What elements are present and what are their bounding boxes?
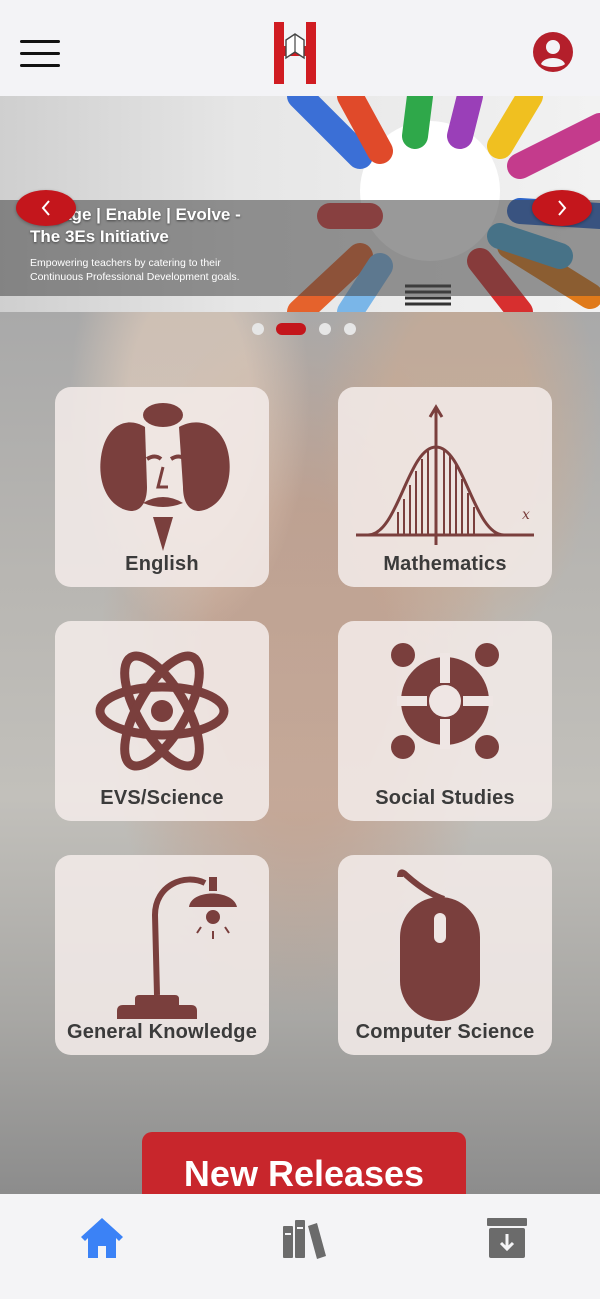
subject-label: Computer Science bbox=[355, 1021, 535, 1043]
chevron-left-icon bbox=[41, 200, 50, 216]
carousel-pagination bbox=[252, 322, 362, 336]
computer-mouse-icon bbox=[397, 869, 480, 1021]
subject-tile-evs-science[interactable]: EVS/Science bbox=[55, 621, 269, 821]
subjects-section: English x Mathematics EVS/Science Social… bbox=[0, 312, 600, 1194]
desk-lamp-icon bbox=[117, 876, 237, 1019]
svg-text:x: x bbox=[522, 507, 530, 523]
subject-label: Social Studies bbox=[375, 787, 515, 809]
subject-tile-social-studies[interactable]: Social Studies bbox=[338, 621, 552, 821]
home-icon[interactable] bbox=[78, 1214, 126, 1262]
app-header bbox=[0, 0, 600, 96]
menu-icon[interactable] bbox=[20, 40, 60, 68]
archive-download-icon[interactable] bbox=[483, 1214, 531, 1262]
subject-tile-general-knowledge[interactable]: General Knowledge bbox=[55, 855, 269, 1055]
pagination-dot-2[interactable] bbox=[276, 323, 306, 335]
banner-subtitle: Empowering teachers by catering to their… bbox=[30, 257, 240, 283]
subject-label: English bbox=[125, 553, 199, 575]
subject-label: Mathematics bbox=[383, 553, 507, 575]
subject-label: EVS/Science bbox=[100, 787, 224, 809]
pagination-dot-1[interactable] bbox=[252, 323, 264, 335]
people-circle-icon bbox=[391, 643, 499, 759]
shakespeare-icon bbox=[100, 403, 230, 551]
bottom-tab-bar bbox=[0, 1194, 600, 1299]
app-logo bbox=[274, 22, 316, 84]
pagination-dot-4[interactable] bbox=[344, 323, 356, 335]
pagination-dot-3[interactable] bbox=[319, 323, 331, 335]
carousel-prev-button[interactable] bbox=[16, 190, 76, 226]
subject-label: General Knowledge bbox=[66, 1021, 258, 1043]
user-profile-icon[interactable] bbox=[532, 31, 574, 73]
books-icon[interactable] bbox=[280, 1214, 328, 1262]
subject-tile-computer-science[interactable]: Computer Science bbox=[338, 855, 552, 1055]
atom-icon bbox=[95, 651, 229, 771]
subject-tile-mathematics[interactable]: x Mathematics bbox=[338, 387, 552, 587]
bell-curve-graph-icon: x bbox=[356, 404, 534, 545]
promo-carousel[interactable]: Engage | Enable | Evolve - The 3Es Initi… bbox=[0, 96, 600, 312]
new-releases-button[interactable]: New Releases bbox=[142, 1132, 466, 1194]
chevron-right-icon bbox=[558, 200, 567, 216]
subject-tile-english[interactable]: English bbox=[55, 387, 269, 587]
carousel-next-button[interactable] bbox=[532, 190, 592, 226]
